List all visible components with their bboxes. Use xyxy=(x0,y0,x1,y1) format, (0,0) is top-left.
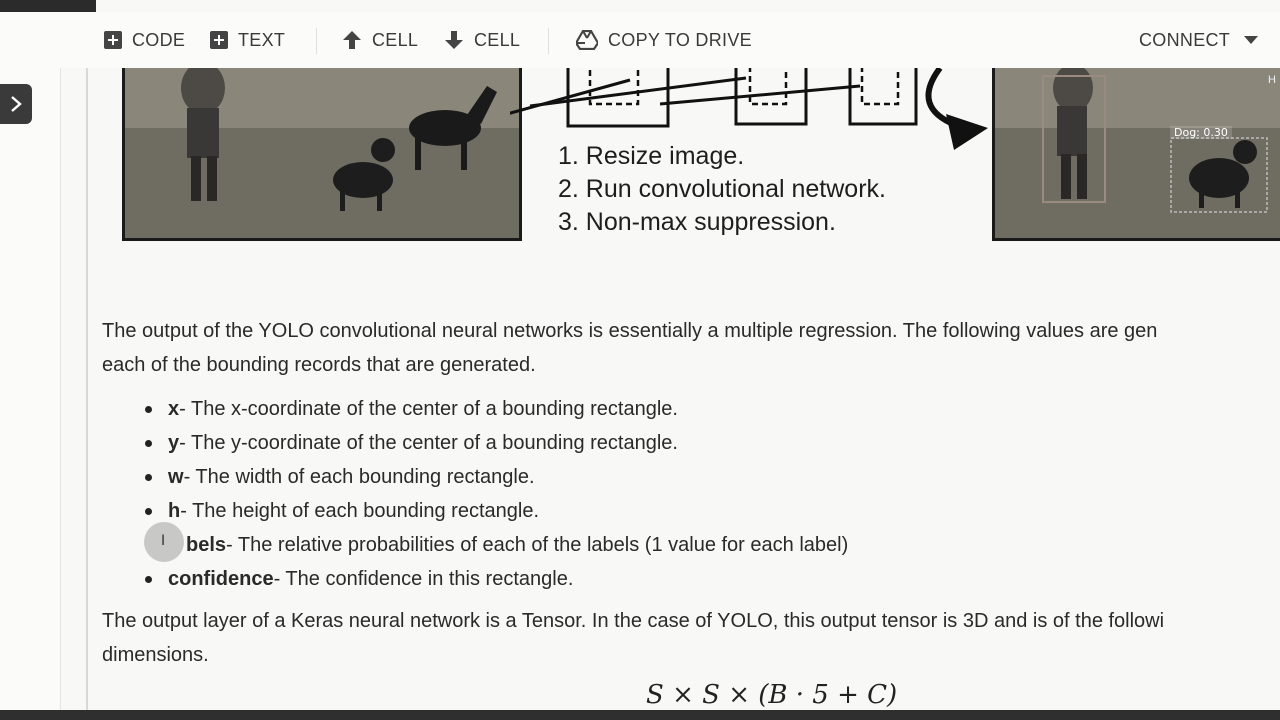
arrow-down-icon xyxy=(445,31,463,49)
copy-to-drive-label: COPY TO DRIVE xyxy=(608,29,752,50)
bullet-dot xyxy=(145,473,152,481)
arrow-up-icon xyxy=(343,31,361,49)
list-item: h - The height of each bounding rectangl… xyxy=(142,494,848,528)
list-item-desc: - The relative probabilities of each of … xyxy=(226,534,849,556)
toolbar-divider xyxy=(316,28,317,54)
list-item: w - The width of each bounding rectangle… xyxy=(142,460,848,494)
list-item-desc: - The x-coordinate of the center of a bo… xyxy=(179,398,678,420)
paragraph-line: dimensions. xyxy=(102,644,209,666)
window-top-strip xyxy=(0,0,96,12)
output-photo-scene xyxy=(995,68,1280,238)
notebook-toolbar: CODE TEXT CELL CELL COPY TO DRIVE CONNEC… xyxy=(0,12,1280,68)
expand-sidebar-button[interactable] xyxy=(0,84,32,124)
list-item-term: confidence xyxy=(168,568,274,590)
text-cursor-icon: I xyxy=(161,533,166,549)
move-cell-down-label: CELL xyxy=(474,29,521,50)
input-photo xyxy=(122,68,522,241)
list-item-term: bels xyxy=(186,534,227,556)
list-item: x - The x-coordinate of the center of a … xyxy=(142,392,848,426)
add-code-button[interactable]: CODE xyxy=(104,12,185,68)
left-gutter xyxy=(0,68,61,720)
cell-focus-line xyxy=(86,68,88,720)
step-resize: 1. Resize image. xyxy=(558,142,745,170)
list-item-term: w xyxy=(168,466,184,488)
output-description-paragraph: The output of the YOLO convolutional neu… xyxy=(102,314,1280,382)
plus-box-icon xyxy=(104,31,122,49)
list-item-desc: - The height of each bounding rectangle. xyxy=(180,500,539,522)
list-item: confidence - The confidence in this rect… xyxy=(142,562,848,596)
output-values-list: x - The x-coordinate of the center of a … xyxy=(142,392,848,596)
plus-box-icon xyxy=(210,31,228,49)
list-item-desc: - The confidence in this rectangle. xyxy=(273,568,574,590)
add-code-label: CODE xyxy=(132,29,186,50)
list-item-desc: - The y-coordinate of the center of a bo… xyxy=(179,432,678,454)
yolo-pipeline-figure: 1. Resize image. 2. Run convolutional ne… xyxy=(100,68,1280,258)
paragraph-line: The output layer of a Keras neural netwo… xyxy=(102,610,1165,632)
paragraph-line: The output of the YOLO convolutional neu… xyxy=(102,320,1158,342)
bottom-bar xyxy=(0,710,1280,720)
paragraph-line: each of the bounding records that are ge… xyxy=(102,354,536,376)
list-item: bels - The relative probabilities of eac… xyxy=(142,528,848,562)
output-photo xyxy=(992,68,1280,241)
step-convnet: 2. Run convolutional network. xyxy=(558,175,886,203)
input-photo-scene xyxy=(125,68,519,238)
detection-corner-label: H xyxy=(1268,74,1276,86)
bullet-dot xyxy=(145,575,152,583)
pipeline-steps: 1. Resize image. 2. Run convolutional ne… xyxy=(558,140,886,239)
bullet-dot xyxy=(145,439,152,447)
list-item-term: x xyxy=(168,398,180,420)
add-text-button[interactable]: TEXT xyxy=(210,12,285,68)
caret-down-icon xyxy=(1244,36,1258,44)
connect-button[interactable]: CONNECT xyxy=(1139,12,1230,68)
list-item: y - The y-coordinate of the center of a … xyxy=(142,426,848,460)
bullet-dot xyxy=(145,507,152,515)
connect-dropdown-button[interactable] xyxy=(1244,12,1258,68)
tensor-description-paragraph: The output layer of a Keras neural netwo… xyxy=(102,604,1280,672)
add-text-label: TEXT xyxy=(238,29,286,50)
move-cell-up-label: CELL xyxy=(372,29,419,50)
tensor-shape-formula: S × S × (B · 5 + C) xyxy=(646,680,898,710)
list-item-desc: - The width of each bounding rectangle. xyxy=(183,466,535,488)
move-cell-down-button[interactable]: CELL xyxy=(444,12,520,68)
copy-to-drive-button[interactable]: COPY TO DRIVE xyxy=(576,12,752,68)
bullet-dot xyxy=(145,405,152,413)
toolbar-divider xyxy=(548,28,549,54)
connect-label: CONNECT xyxy=(1139,29,1231,50)
step-nms: 3. Non-max suppression. xyxy=(558,208,836,236)
list-item-term: y xyxy=(168,432,180,454)
chevron-right-icon xyxy=(11,96,22,112)
move-cell-up-button[interactable]: CELL xyxy=(342,12,418,68)
detection-label: Dog: 0.30 xyxy=(1170,126,1232,139)
google-drive-icon xyxy=(576,30,598,50)
